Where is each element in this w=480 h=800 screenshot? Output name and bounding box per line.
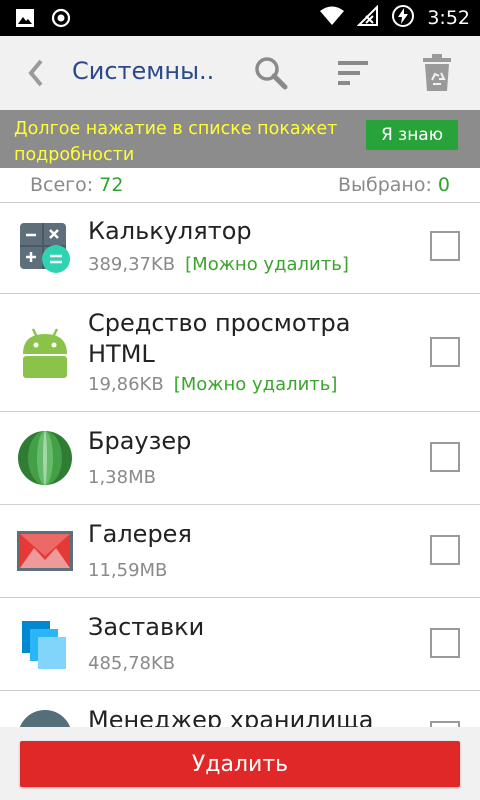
total-count: Всего: 72: [30, 174, 123, 196]
search-button[interactable]: [248, 50, 294, 96]
selected-label: Выбрано:: [337, 174, 432, 196]
hint-text: Долгое нажатие в списке покажет подробно…: [14, 119, 338, 165]
wifi-icon: [319, 5, 345, 31]
list-item[interactable]: Браузер 1,38MB: [0, 412, 480, 505]
record-icon: [50, 7, 72, 33]
app-meta: 389,37KB [Можно удалить]: [88, 254, 349, 275]
select-checkbox[interactable]: [430, 231, 460, 261]
page-title: Системны..: [72, 57, 215, 85]
list-item[interactable]: Калькулятор 389,37KB [Можно удалить]: [0, 203, 480, 294]
app-size: 19,86KB: [88, 374, 164, 395]
app-size: 11,59MB: [88, 560, 168, 581]
select-checkbox[interactable]: [430, 628, 460, 658]
app-name: Заставки: [88, 613, 205, 641]
delete-button[interactable]: Удалить: [20, 741, 460, 787]
storage-manager-icon: [16, 708, 74, 727]
select-checkbox[interactable]: [430, 535, 460, 565]
no-signal-icon: [356, 4, 379, 31]
sort-button[interactable]: [330, 50, 376, 96]
clock: 3:52: [427, 7, 470, 29]
list-item[interactable]: Средство просмотра HTML 19,86KB [Можно уд…: [0, 294, 480, 412]
hint-banner: Долгое нажатие в списке покажет подробно…: [0, 110, 480, 168]
app-name: Менеджер хранилища: [88, 706, 374, 727]
app-meta: 485,78KB: [88, 653, 175, 674]
android-icon: [16, 324, 74, 382]
back-button[interactable]: [18, 52, 54, 94]
app-bar: Системны..: [0, 36, 480, 111]
gallery-icon: [16, 522, 74, 580]
app-meta: 19,86KB [Можно удалить]: [88, 374, 337, 395]
search-icon: [255, 57, 288, 90]
app-size: 1,38MB: [88, 467, 156, 488]
app-size: 485,78KB: [88, 653, 176, 674]
total-value: 72: [99, 174, 124, 196]
bottom-bar: Удалить: [0, 727, 480, 800]
removable-tag: [Можно удалить]: [173, 374, 338, 395]
back-icon: [28, 59, 43, 87]
screensaver-icon: [16, 615, 74, 673]
app-size: 389,37KB: [88, 254, 176, 275]
total-label: Всего:: [30, 174, 94, 196]
app-name: Средство просмотра HTML: [88, 309, 351, 368]
battery-charging-icon: [391, 4, 415, 32]
app-name: Галерея: [88, 520, 192, 548]
list-item[interactable]: Галерея 11,59MB: [0, 505, 480, 598]
dismiss-hint-button[interactable]: Я знаю: [366, 120, 458, 150]
status-bar: 3:52: [0, 0, 480, 36]
select-checkbox[interactable]: [430, 337, 460, 367]
app-list[interactable]: Калькулятор 389,37KB [Можно удалить] Сред…: [0, 203, 480, 727]
select-checkbox[interactable]: [430, 442, 460, 472]
removable-tag: [Можно удалить]: [185, 254, 349, 275]
browser-icon: [16, 429, 74, 487]
app-meta: 11,59MB: [88, 560, 167, 581]
list-item[interactable]: Менеджер хранилища: [0, 691, 480, 727]
app-name: Калькулятор: [88, 217, 252, 245]
app-meta: 1,38MB: [88, 467, 156, 488]
recycle-bin-button[interactable]: [414, 50, 460, 96]
list-item[interactable]: Заставки 485,78KB: [0, 598, 480, 691]
recycle-bin-icon: [423, 54, 451, 91]
image-icon: [14, 7, 36, 33]
summary-bar: Всего: 72 Выбрано: 0: [0, 168, 480, 203]
app-name: Браузер: [88, 427, 192, 455]
selected-value: 0: [437, 174, 450, 196]
sort-icon: [338, 61, 368, 85]
calculator-icon: [16, 219, 74, 277]
selected-count: Выбрано: 0: [338, 174, 450, 196]
